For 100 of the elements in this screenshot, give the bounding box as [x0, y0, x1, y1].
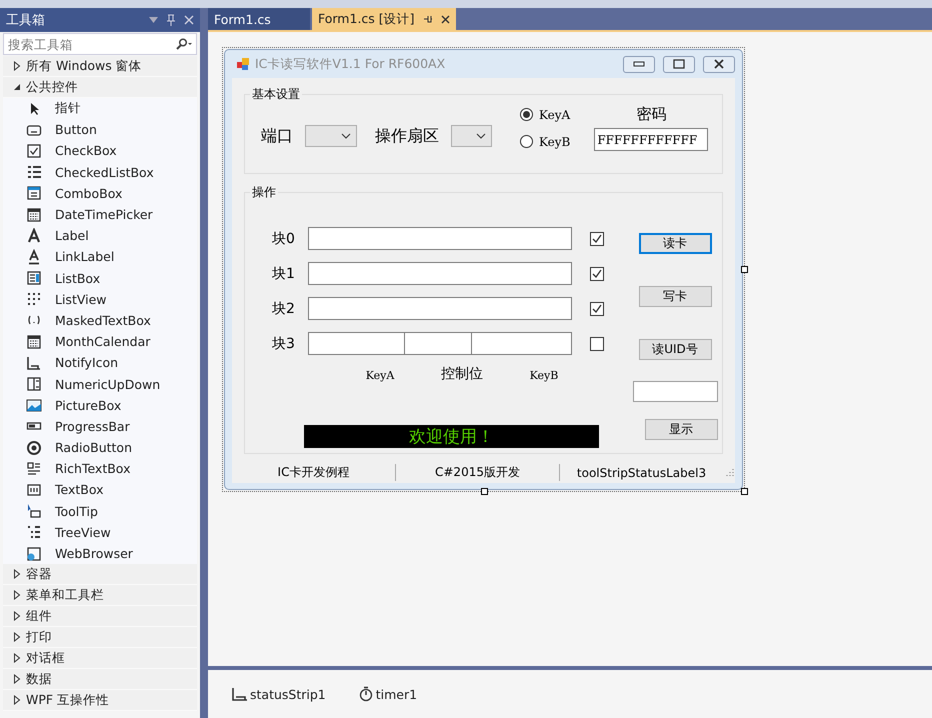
key-radio[interactable]: KeyB [520, 134, 570, 148]
block-label: 块1 [272, 264, 296, 282]
minimize-icon [633, 61, 645, 67]
toolbox-item[interactable]: ProgressBar [3, 416, 197, 437]
collapsed-triangle-icon [13, 695, 21, 706]
segment-label: KeyB [530, 368, 558, 382]
globe-window-icon [26, 546, 42, 562]
maximize-icon [673, 59, 685, 69]
input-field[interactable] [472, 332, 572, 355]
toolbox-item[interactable]: CheckBox [3, 140, 197, 162]
pin-icon [422, 14, 433, 24]
tray-component[interactable]: timer1 [358, 686, 418, 702]
document-tab[interactable]: Form1.cs [208, 8, 310, 30]
letter-shape-icon [26, 228, 42, 244]
port-label: 端口 [261, 126, 293, 146]
block-field[interactable] [308, 262, 572, 285]
toolbox-item[interactable]: NumericUpDown [3, 373, 197, 395]
tray-component[interactable]: statusStrip1 [232, 686, 326, 702]
sector-label: 操作扇区 [375, 126, 439, 146]
password-label: 密码 [636, 105, 666, 124]
underlined-letter-icon [26, 248, 42, 265]
toolbox-item[interactable]: MaskedTextBox [3, 310, 197, 332]
tray-strip-icon [26, 354, 42, 371]
tray-strip-icon [232, 687, 248, 701]
toolbox-item[interactable]: TreeView [3, 522, 197, 543]
expanded-triangle-icon [13, 83, 21, 91]
rich-text-icon [26, 460, 42, 477]
document-tab[interactable]: Form1.cs [设计] [312, 8, 456, 30]
toolbox-category[interactable]: 菜单和工具栏 [3, 585, 197, 606]
uid-field[interactable] [632, 381, 718, 402]
toolbox-category[interactable]: 容器 [3, 564, 197, 586]
tooltip-icon [26, 503, 42, 520]
block-label: 块2 [272, 300, 296, 318]
toolbox-category[interactable]: 对话框 [3, 648, 197, 670]
toolbox-category[interactable]: 所有 Windows 窗体 [3, 56, 197, 77]
radio-icon [26, 440, 42, 456]
toolbox-item[interactable]: ComboBox [3, 182, 197, 204]
collapsed-triangle-icon [13, 653, 21, 664]
toolbox-item[interactable]: LinkLabel [3, 246, 197, 268]
chevron-down-icon [476, 133, 486, 139]
toolbox-item[interactable]: 指针 [3, 98, 197, 120]
block-checkbox[interactable] [590, 232, 604, 246]
pin-icon [166, 14, 176, 26]
segment-label: 控制位 [441, 366, 483, 382]
checked-list-icon [26, 164, 42, 180]
spinner-icon [26, 376, 42, 392]
toolbox-item[interactable]: TextBox [3, 479, 197, 501]
combobox-icon [26, 185, 42, 202]
password-field[interactable]: FFFFFFFFFFFF [594, 128, 708, 151]
resize-handle[interactable] [741, 488, 748, 495]
key-radio[interactable]: KeyA [520, 108, 570, 122]
textbox-icon [26, 482, 42, 498]
block-checkbox[interactable] [590, 266, 604, 280]
block-field[interactable] [308, 227, 572, 250]
toolbox-item[interactable]: CheckedListBox [3, 162, 197, 183]
checkmark-icon [592, 304, 602, 314]
collapsed-triangle-icon [13, 61, 21, 71]
toolbox-item[interactable]: WebBrowser [3, 542, 197, 564]
dropdown-icon [149, 17, 158, 23]
group-title: 操作 [250, 184, 278, 201]
action-button[interactable]: 读UID号 [638, 339, 712, 360]
maximize-button[interactable] [663, 56, 695, 72]
checkbox-icon [26, 142, 42, 159]
resize-handle[interactable] [741, 266, 748, 273]
grid-dots-icon [26, 291, 42, 308]
toolbox-category[interactable]: 组件 [3, 606, 197, 628]
toolbox-item[interactable]: ToolTip [3, 500, 197, 522]
toolbox-item[interactable]: PictureBox [3, 394, 197, 416]
toolbox-item[interactable]: NotifyIcon [3, 352, 197, 374]
action-button[interactable]: 读卡 [638, 233, 712, 254]
toolbox-item[interactable]: DateTimePicker [3, 204, 197, 226]
toolbox-item[interactable]: ListView [3, 288, 197, 310]
input-field[interactable] [405, 332, 472, 355]
block-label: 块3 [272, 334, 296, 352]
toolbox-item[interactable]: RadioButton [3, 437, 197, 458]
toolbox-item[interactable]: RichTextBox [3, 458, 197, 480]
status-label: IC卡开发例程 [232, 464, 396, 481]
collapsed-triangle-icon [13, 611, 21, 622]
close-button[interactable] [703, 56, 735, 72]
toolbox-item[interactable]: MonthCalendar [3, 331, 197, 352]
resize-handle[interactable] [481, 488, 488, 495]
checkmark-icon [592, 234, 602, 244]
minimize-button[interactable] [623, 56, 655, 72]
toolbox-category[interactable]: 打印 [3, 627, 197, 648]
search-field[interactable]: 搜索工具箱 [3, 33, 197, 55]
toolbox-item[interactable]: ListBox [3, 268, 197, 289]
block-checkbox[interactable] [590, 336, 604, 350]
picture-icon [26, 397, 42, 414]
toolbox-category[interactable]: 数据 [3, 669, 197, 690]
collapsed-triangle-icon [13, 632, 21, 642]
toolbox-category[interactable]: 公共控件 [3, 77, 197, 98]
toolbox-item[interactable]: Label [3, 225, 197, 246]
block-checkbox[interactable] [590, 302, 604, 316]
toolbox-category[interactable]: WPF 互操作性 [3, 690, 197, 712]
toolbox-item[interactable]: Button [3, 119, 197, 140]
show-button[interactable]: 显示 [644, 419, 718, 440]
action-button[interactable]: 写卡 [638, 286, 712, 307]
block-field[interactable] [308, 297, 572, 320]
input-field[interactable] [308, 332, 405, 355]
checkmark-icon [592, 268, 602, 278]
